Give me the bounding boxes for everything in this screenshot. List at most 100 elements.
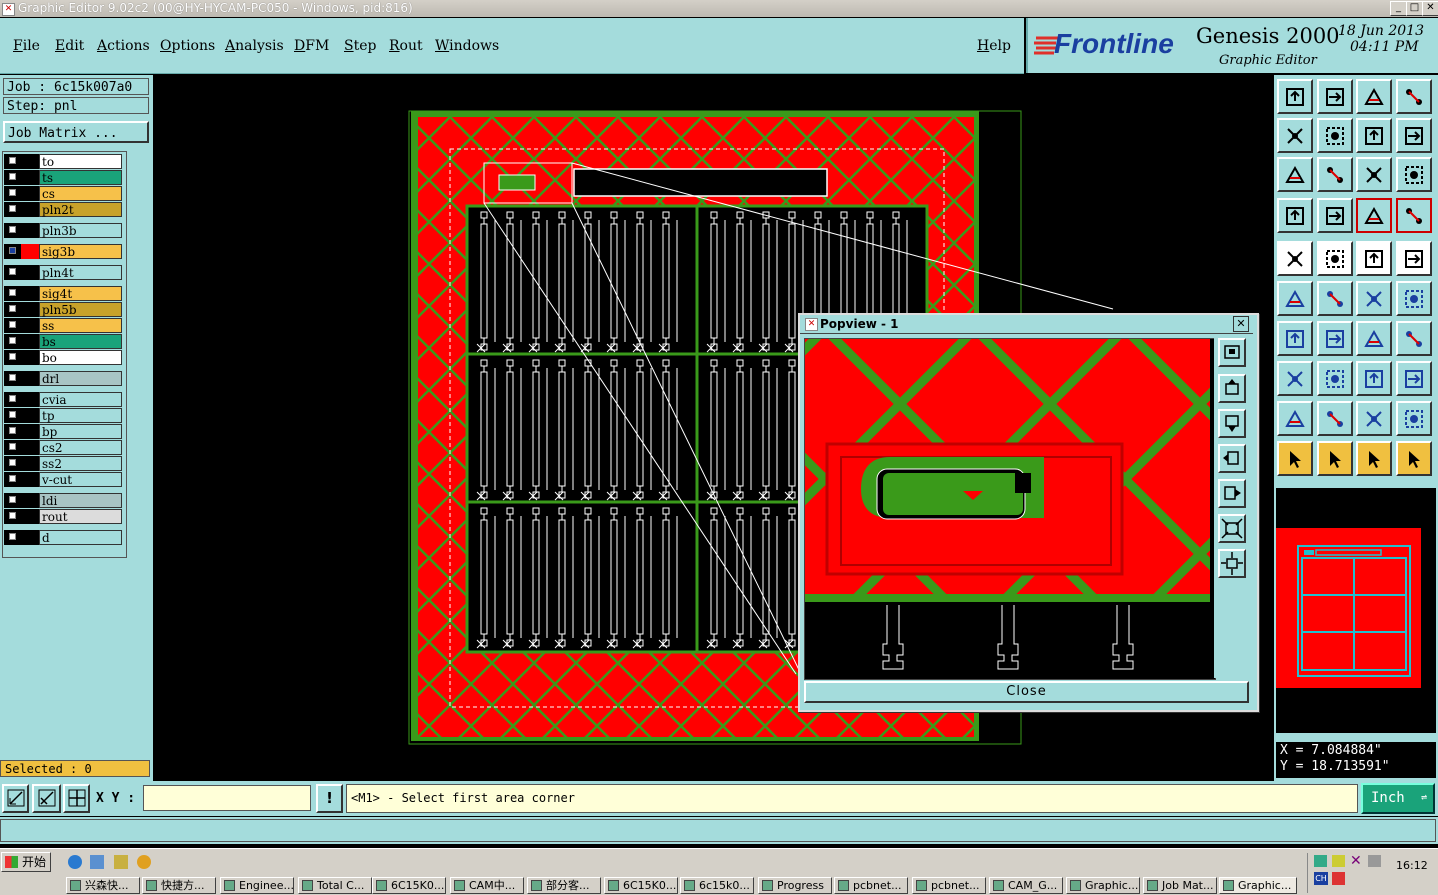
popview-pan-left-button[interactable] <box>1218 444 1246 473</box>
close-window-button[interactable]: ✕ <box>1422 1 1438 16</box>
rotate-button[interactable] <box>1356 118 1392 153</box>
layer-color-swatch[interactable] <box>21 223 39 238</box>
layer-name[interactable]: sig4t <box>39 286 122 301</box>
layer-checkbox[interactable] <box>4 530 21 545</box>
cross-button[interactable] <box>1317 281 1353 316</box>
overview-map[interactable] <box>1276 488 1436 733</box>
measure-tool-button[interactable] <box>32 784 61 813</box>
layer-checkbox[interactable] <box>4 302 21 317</box>
minimize-button[interactable]: _ <box>1390 1 1407 16</box>
input-method-icon[interactable]: CH <box>1314 872 1328 885</box>
cut-button[interactable] <box>1317 401 1353 436</box>
save-button[interactable] <box>1317 79 1353 114</box>
layer-color-swatch[interactable] <box>21 350 39 365</box>
layer-checkbox[interactable] <box>4 392 21 407</box>
layer-name[interactable]: rout <box>39 509 122 524</box>
layer-color-swatch[interactable] <box>21 202 39 217</box>
layer-row[interactable]: pln4t <box>4 265 122 280</box>
layer-checkbox[interactable] <box>4 350 21 365</box>
layer-name[interactable]: to <box>39 154 122 169</box>
angle-button[interactable] <box>1277 321 1313 356</box>
layer-name[interactable]: pln3b <box>39 223 122 238</box>
layer-checkbox[interactable] <box>4 456 21 471</box>
taskbar-item[interactable]: Job Mat... <box>1143 877 1217 894</box>
layer-row[interactable]: ss2 <box>4 456 122 471</box>
layer-row[interactable]: bs <box>4 334 122 349</box>
split-line-button[interactable] <box>1317 361 1353 396</box>
grid-tool-button[interactable] <box>63 784 90 813</box>
menu-file[interactable]: File <box>13 38 40 54</box>
pointer-box-button[interactable] <box>1317 441 1353 476</box>
layer-name[interactable]: bo <box>39 350 122 365</box>
taskbar-item[interactable]: Graphic... <box>1219 877 1297 894</box>
alert-button[interactable]: ! <box>316 784 343 813</box>
layer-row[interactable]: drl <box>4 371 122 386</box>
layer-name[interactable]: cs2 <box>39 440 122 455</box>
layer-color-swatch[interactable] <box>21 302 39 317</box>
layer-name[interactable]: cvia <box>39 392 122 407</box>
pointer-arrow-button[interactable] <box>1356 441 1392 476</box>
copy-button[interactable] <box>1396 361 1432 396</box>
layer-row[interactable]: ss <box>4 318 122 333</box>
grid-button[interactable] <box>1317 198 1353 233</box>
layer-row[interactable]: cs2 <box>4 440 122 455</box>
layer-row[interactable]: tp <box>4 408 122 423</box>
layer-name[interactable]: ldi <box>39 493 122 508</box>
layer-row[interactable]: to <box>4 154 122 169</box>
mirror-button[interactable] <box>1396 118 1432 153</box>
tray-icon[interactable] <box>1332 855 1345 867</box>
taskbar-item[interactable]: 部分客... <box>527 877 601 894</box>
layer-color-swatch[interactable] <box>21 286 39 301</box>
pad-move-button[interactable] <box>1277 361 1313 396</box>
layer-name[interactable]: ss2 <box>39 456 122 471</box>
snap-tool-button[interactable] <box>2 784 29 813</box>
layer-row[interactable]: pln3b <box>4 223 122 238</box>
menu-dfm[interactable]: DFM <box>294 38 329 54</box>
tray-icon[interactable] <box>1368 855 1381 867</box>
menu-options[interactable]: Options <box>160 38 215 54</box>
taskbar-item[interactable]: pcbnet... <box>834 877 908 894</box>
taskbar-item[interactable]: 6c15k0... <box>680 877 754 894</box>
layer-row[interactable]: rout <box>4 509 122 524</box>
layer-checkbox[interactable] <box>4 223 21 238</box>
popview-pan-right-button[interactable] <box>1218 479 1246 508</box>
taskbar-item[interactable]: CAM_G... <box>989 877 1063 894</box>
zoom-left-button[interactable] <box>1277 118 1313 153</box>
taskbar-item[interactable]: Graphic... <box>1066 877 1140 894</box>
taskbar-item[interactable]: 兴森快... <box>66 877 140 894</box>
line-add-button[interactable] <box>1317 241 1353 276</box>
taskbar-item[interactable]: Enginee... <box>220 877 294 894</box>
popview-zoom-out-button[interactable] <box>1218 549 1246 578</box>
flip-button[interactable] <box>1396 321 1432 356</box>
tray-icon[interactable] <box>1332 872 1345 885</box>
taskbar-item[interactable]: 6C15K0... <box>604 877 678 894</box>
line-arrow2-button[interactable] <box>1396 281 1432 316</box>
xy-input[interactable] <box>143 785 311 811</box>
layer-checkbox[interactable] <box>4 440 21 455</box>
layer-color-swatch[interactable] <box>21 472 39 487</box>
zoom-fit-button[interactable] <box>1277 157 1313 192</box>
popview-pan-up-button[interactable] <box>1218 374 1246 403</box>
layer-color-swatch[interactable] <box>21 530 39 545</box>
layer-color-swatch[interactable] <box>21 408 39 423</box>
taskbar-item[interactable]: 6C15K0... <box>372 877 446 894</box>
quicklaunch-icon[interactable] <box>90 855 104 869</box>
layer-checkbox[interactable] <box>4 265 21 280</box>
taskbar-item[interactable]: 快捷方... <box>142 877 216 894</box>
layer-name[interactable]: cs <box>39 186 122 201</box>
layer-name[interactable]: ts <box>39 170 122 185</box>
popview-zoom-fit-button[interactable] <box>1218 338 1246 367</box>
quicklaunch-icon[interactable] <box>137 855 151 869</box>
layer-row[interactable]: cvia <box>4 392 122 407</box>
layer-color-swatch[interactable] <box>21 318 39 333</box>
zoom-right-button[interactable] <box>1317 118 1353 153</box>
menu-windows[interactable]: Windows <box>435 38 499 54</box>
layer-color-swatch[interactable] <box>21 424 39 439</box>
layer-color-swatch[interactable] <box>21 456 39 471</box>
layer-checkbox[interactable] <box>4 244 21 259</box>
layer-color-swatch[interactable] <box>21 334 39 349</box>
layer-checkbox[interactable] <box>4 472 21 487</box>
layer-compare-button[interactable] <box>1356 198 1392 233</box>
layer-row[interactable]: sig4t <box>4 286 122 301</box>
popview-zoom-in-button[interactable] <box>1218 514 1246 543</box>
